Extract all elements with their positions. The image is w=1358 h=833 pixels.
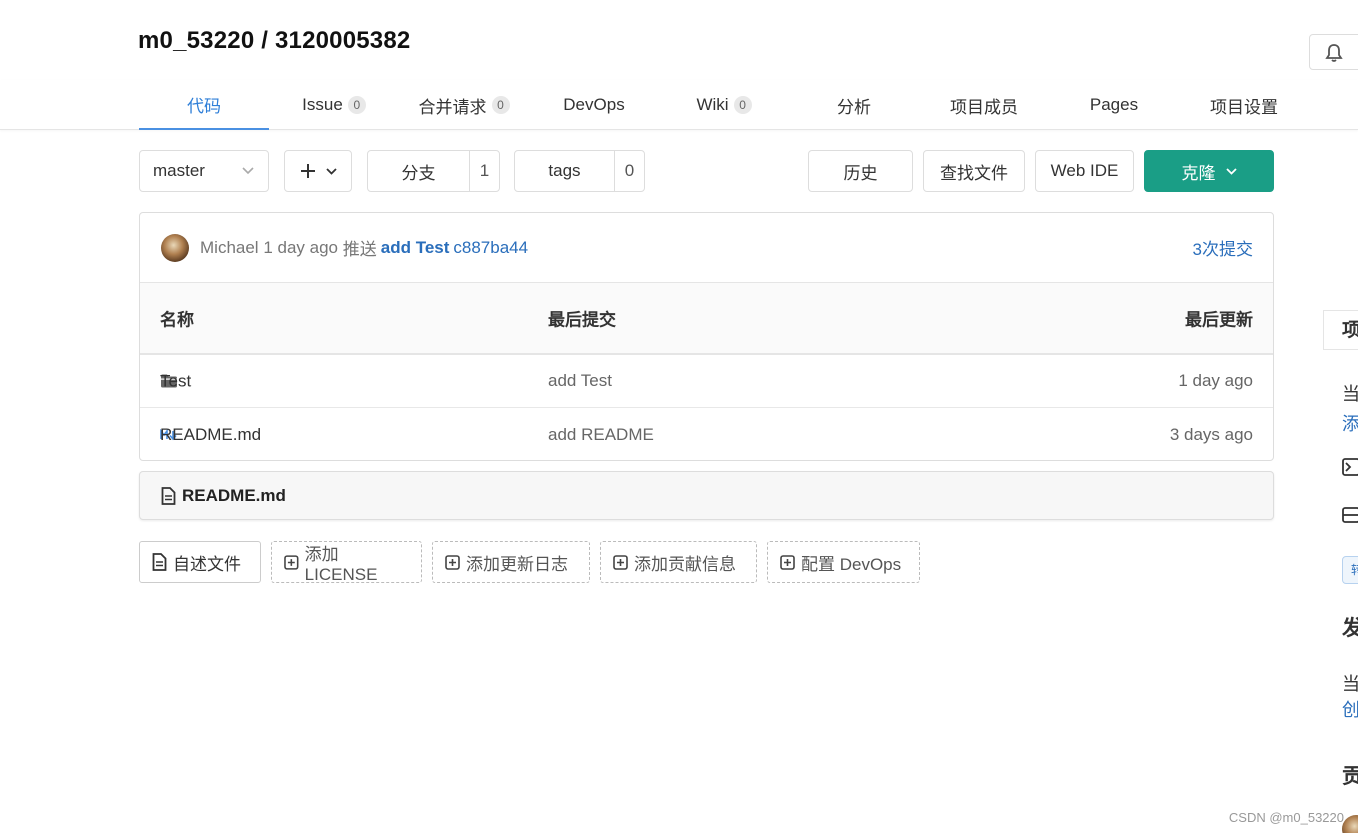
row-updated: 3 days ago [1169,424,1253,444]
action-label: 配置 DevOps [801,554,902,574]
repo-title[interactable]: m0_53220 / 3120005382 [138,27,410,55]
tab-label: Issue [302,95,343,114]
tab-devops[interactable]: DevOps [529,80,659,130]
commit-action: 推送 [342,240,377,259]
add-contributing-button[interactable]: 添加贡献信息 [600,541,757,583]
avatar[interactable] [1342,815,1358,833]
tab-label: 代码 [187,96,221,116]
plus-square-icon [780,554,795,570]
file-name-cell: README.md [160,425,261,444]
sidebar-heading: 发 [1342,617,1358,640]
notifications-button[interactable] [1309,34,1358,70]
chevron-down-icon [242,167,254,175]
header-name: 名称 [160,310,194,330]
branches-count: 1 [469,151,499,191]
add-changelog-button[interactable]: 添加更新日志 [432,541,590,583]
file-browser: Michael 1 day ago 推送 add Test c887ba44 3… [139,212,1274,461]
branches-label: 分支 [401,163,436,183]
tab-label: DevOps [563,95,625,114]
file-icon [152,553,167,571]
tab-label: Pages [1089,95,1139,114]
find-file-button[interactable]: 查找文件 [923,150,1025,192]
project-sidebar: 项 当 添 转 发 当 创 贡 [1323,310,1358,833]
terminal-icon[interactable] [1342,458,1358,476]
branches-button[interactable]: 分支 1 [367,150,500,192]
file-name-cell: Test [160,371,191,390]
tab-issue[interactable]: Issue 0 [269,80,399,130]
bell-icon [1325,44,1343,62]
tab-settings[interactable]: 项目设置 [1179,80,1309,130]
count-badge: 0 [733,96,752,114]
action-label: 添加更新日志 [466,554,568,574]
commit-count-link[interactable]: 3次提交 [1193,235,1253,260]
tab-label: 分析 [837,97,871,117]
plus-square-icon [284,554,299,570]
branch-name: master [153,161,205,180]
tags-label: tags [548,161,581,180]
web-ide-button[interactable]: Web IDE [1035,150,1134,192]
readme-header: README.md [139,471,1274,520]
avatar[interactable] [161,233,189,262]
commit-message-link[interactable]: add Test [381,238,450,258]
repo-nav: 代码 Issue 0 合并请求 0 DevOps Wiki 0 分析 项目成员 Pag… [0,80,1358,130]
tags-count: 0 [614,151,644,191]
chevron-down-icon [1225,167,1237,175]
watermark: CSDN @m0_53220 [1228,810,1344,825]
table-row: README.md add README 3 days ago [140,408,1273,460]
tab-merge-requests[interactable]: 合并请求 0 [399,80,529,130]
plus-square-icon [445,554,460,570]
file-table-header: 名称 最后提交 最后更新 [140,283,1273,355]
add-license-button[interactable]: 添加LICENSE [271,541,422,584]
action-label: 添加LICENSE [304,544,378,584]
tab-analytics[interactable]: 分析 [789,80,919,130]
file-name-link[interactable]: Test [160,371,191,391]
row-updated: 1 day ago [1178,371,1253,390]
tab-label: Wiki [696,95,729,114]
plus-square-icon [613,554,628,570]
commit-sha-link[interactable]: c887ba44 [453,238,528,258]
configure-devops-button[interactable]: 配置 DevOps [767,541,920,583]
commit-time: 1 day ago [263,237,339,257]
storage-icon[interactable] [1342,506,1358,524]
sidebar-text: 当 [1342,674,1358,694]
repo-page: m0_53220 / 3120005382 代码 Issue 0 合并请求 0 De… [0,0,1358,833]
commit-author[interactable]: Michael [200,238,259,258]
tab-pages[interactable]: Pages [1049,80,1179,130]
tab-code[interactable]: 代码 [139,80,269,130]
sidebar-title: 项 [1323,310,1358,350]
header-last-commit: 最后提交 [548,310,616,330]
clone-label: 克隆 [1181,163,1216,183]
count-badge: 0 [491,96,510,114]
tab-label: 合并请求 [418,97,487,117]
clone-button[interactable]: 克隆 [1144,150,1274,192]
row-commit-link[interactable]: add README [548,425,654,445]
add-dropdown-button[interactable] [284,150,352,192]
file-name-link[interactable]: README.md [160,425,261,445]
readme-file-button[interactable]: 自述文件 [139,541,261,583]
chevron-down-icon [325,167,337,175]
action-label: 自述文件 [173,554,241,574]
tab-wiki[interactable]: Wiki 0 [659,80,789,130]
header-last-update: 最后更新 [1185,310,1253,330]
sidebar-link[interactable]: 创 [1342,696,1358,722]
row-commit-link[interactable]: add Test [548,371,612,391]
file-icon [161,486,176,505]
branch-select[interactable]: master [139,150,269,192]
tab-members[interactable]: 项目成员 [919,80,1049,130]
sidebar-tag[interactable]: 转 [1342,556,1358,584]
last-commit-bar: Michael 1 day ago 推送 add Test c887ba44 3… [140,213,1273,283]
sidebar-text: 当 [1342,384,1358,404]
tab-label: 项目设置 [1210,97,1278,117]
tags-button[interactable]: tags 0 [514,150,645,192]
history-button[interactable]: 历史 [808,150,913,192]
action-label: 添加贡献信息 [634,554,736,574]
sidebar-heading: 贡 [1342,765,1358,788]
tab-label: 项目成员 [950,97,1018,117]
sidebar-link[interactable]: 添 [1342,410,1358,436]
plus-icon [300,164,315,178]
readme-title[interactable]: README.md [182,486,286,506]
count-badge: 0 [347,96,366,114]
table-row: Test add Test 1 day ago [140,355,1273,408]
